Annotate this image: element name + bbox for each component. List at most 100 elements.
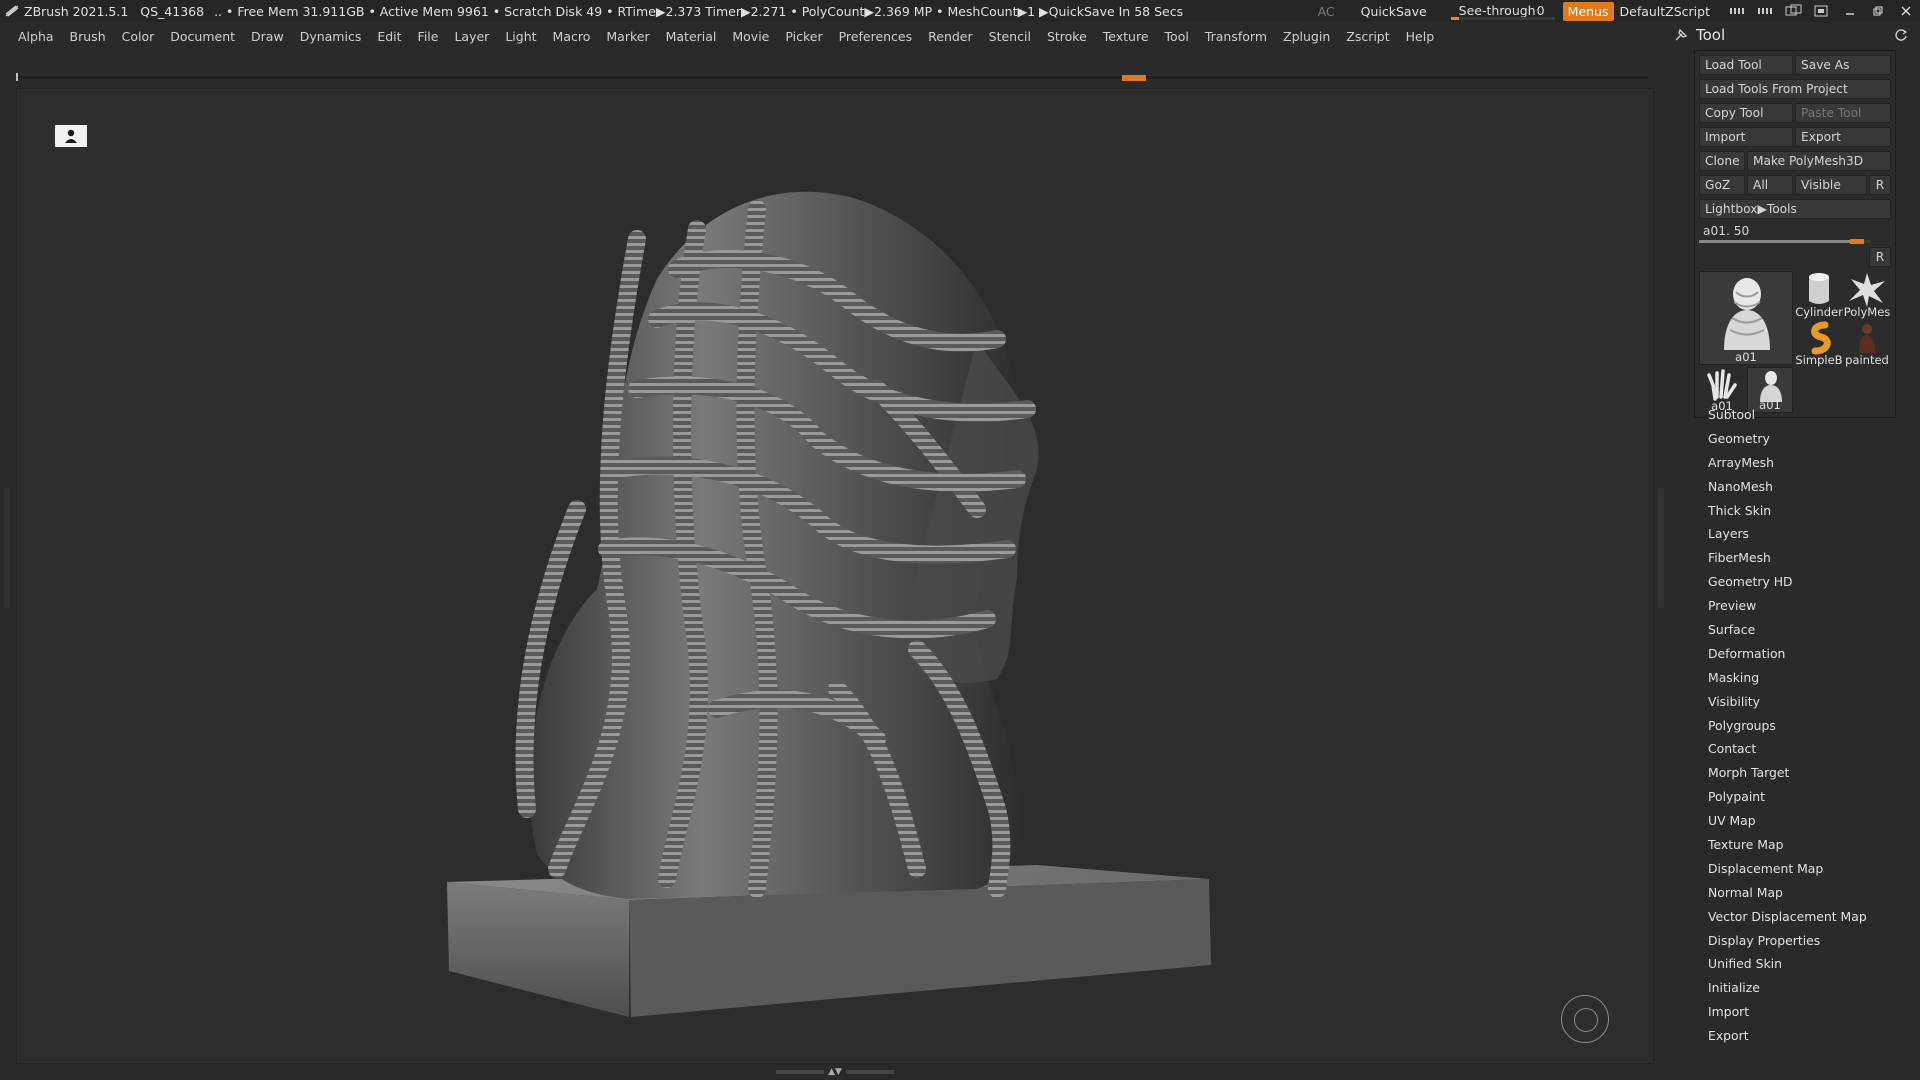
default-zscript-button[interactable]: DefaultZScript — [1620, 4, 1711, 19]
menu-document[interactable]: Document — [170, 29, 235, 44]
menu-zplugin[interactable]: Zplugin — [1283, 29, 1330, 44]
paste-tool-button[interactable]: Paste Tool — [1795, 103, 1891, 123]
subpalette-preview[interactable]: Preview — [1708, 594, 1908, 618]
subpalette-masking[interactable]: Masking — [1708, 666, 1908, 690]
canvas-viewport[interactable] — [16, 88, 1654, 1064]
make-polymesh3d-button[interactable]: Make PolyMesh3D — [1747, 151, 1891, 171]
active-tool-slider-knob[interactable] — [1850, 239, 1865, 244]
copy-tool-button[interactable]: Copy Tool — [1699, 103, 1793, 123]
goz-button[interactable]: GoZ — [1699, 175, 1745, 195]
save-as-button[interactable]: Save As — [1795, 55, 1891, 75]
subpalette-initialize[interactable]: Initialize — [1708, 976, 1908, 1000]
restore-icon[interactable] — [1864, 1, 1892, 21]
minimize-icon[interactable] — [1836, 1, 1864, 21]
subpalette-surface[interactable]: Surface — [1708, 618, 1908, 642]
tool-thumb-a01[interactable]: a01 — [1699, 271, 1793, 365]
timeline-keyframe-marker[interactable] — [1122, 75, 1146, 81]
subpalette-arraymesh[interactable]: ArrayMesh — [1708, 451, 1908, 475]
menu-help[interactable]: Help — [1406, 29, 1435, 44]
tool-thumb-painted[interactable]: painted — [1843, 319, 1891, 367]
menu-material[interactable]: Material — [666, 29, 717, 44]
goz-r-button[interactable]: R — [1869, 175, 1891, 195]
active-tool-slider-label: a01. 50 — [1703, 224, 1750, 238]
menu-edit[interactable]: Edit — [377, 29, 401, 44]
menu-alpha[interactable]: Alpha — [18, 29, 54, 44]
active-tool-r-button[interactable]: R — [1869, 247, 1891, 267]
menu-stencil[interactable]: Stencil — [989, 29, 1031, 44]
quicksave-button[interactable]: QuickSave — [1361, 4, 1427, 19]
right-shelf-icon[interactable] — [1755, 3, 1777, 19]
tool-palette-header[interactable]: Tool — [1664, 22, 1920, 48]
menu-color[interactable]: Color — [122, 29, 155, 44]
quicksave-id: QS_41368 — [140, 3, 205, 19]
menu-zscript[interactable]: Zscript — [1346, 29, 1389, 44]
layout-icon[interactable] — [1783, 3, 1805, 19]
menu-movie[interactable]: Movie — [732, 29, 769, 44]
subpalette-layers[interactable]: Layers — [1708, 522, 1908, 546]
clone-button[interactable]: Clone — [1699, 151, 1745, 171]
timeline-track[interactable] — [16, 73, 1648, 81]
sculpted-head-model[interactable] — [17, 89, 1655, 1065]
lightbox-tools-button[interactable]: Lightbox▶Tools — [1699, 199, 1891, 219]
menu-file[interactable]: File — [418, 29, 439, 44]
pin-icon[interactable] — [1674, 28, 1692, 42]
active-tool-slider[interactable]: a01. 50 — [1699, 223, 1871, 244]
tool-thumb-simplebrush[interactable]: SimpleB — [1795, 319, 1843, 367]
close-icon[interactable] — [1892, 1, 1920, 21]
goz-visible-button[interactable]: Visible — [1795, 175, 1867, 195]
menu-dynamics[interactable]: Dynamics — [300, 29, 362, 44]
subpalette-contact[interactable]: Contact — [1708, 737, 1908, 761]
subpalette-unified-skin[interactable]: Unified Skin — [1708, 952, 1908, 976]
subpalette-polypaint[interactable]: Polypaint — [1708, 785, 1908, 809]
color-scheme-icon[interactable] — [1811, 3, 1833, 19]
menu-render[interactable]: Render — [928, 29, 973, 44]
subpalette-visibility[interactable]: Visibility — [1708, 690, 1908, 714]
menus-button[interactable]: Menus — [1562, 1, 1614, 21]
menu-texture[interactable]: Texture — [1103, 29, 1149, 44]
load-tools-from-project-button[interactable]: Load Tools From Project — [1699, 79, 1891, 99]
reset-icon[interactable] — [1894, 27, 1908, 46]
export-button[interactable]: Export — [1795, 127, 1891, 147]
load-tool-button[interactable]: Load Tool — [1699, 55, 1793, 75]
subpalette-thick-skin[interactable]: Thick Skin — [1708, 499, 1908, 523]
subpalette-deformation[interactable]: Deformation — [1708, 642, 1908, 666]
bottom-tray-handle[interactable]: ▲▼ — [770, 1067, 900, 1077]
subpalette-morph-target[interactable]: Morph Target — [1708, 761, 1908, 785]
menu-draw[interactable]: Draw — [251, 29, 284, 44]
tool-thumb-polymesh[interactable]: PolyMes — [1843, 271, 1891, 319]
menu-tool[interactable]: Tool — [1165, 29, 1189, 44]
menu-stroke[interactable]: Stroke — [1047, 29, 1087, 44]
menu-preferences[interactable]: Preferences — [839, 29, 913, 44]
subpalette-display-properties[interactable]: Display Properties — [1708, 929, 1908, 953]
subpalette-geometry-hd[interactable]: Geometry HD — [1708, 570, 1908, 594]
import-button[interactable]: Import — [1699, 127, 1793, 147]
subpalette-displacement-map[interactable]: Displacement Map — [1708, 857, 1908, 881]
menu-picker[interactable]: Picker — [785, 29, 822, 44]
subpalette-polygroups[interactable]: Polygroups — [1708, 714, 1908, 738]
subpalette-uv-map[interactable]: UV Map — [1708, 809, 1908, 833]
menu-layer[interactable]: Layer — [454, 29, 489, 44]
subpalette-normal-map[interactable]: Normal Map — [1708, 881, 1908, 905]
zbrush-logo-icon — [4, 4, 20, 18]
subpalette-texture-map[interactable]: Texture Map — [1708, 833, 1908, 857]
menu-light[interactable]: Light — [505, 29, 536, 44]
subpalette-export[interactable]: Export — [1708, 1024, 1908, 1048]
menu-transform[interactable]: Transform — [1205, 29, 1267, 44]
subpalette-vector-displacement-map[interactable]: Vector Displacement Map — [1708, 905, 1908, 929]
menu-brush[interactable]: Brush — [70, 29, 106, 44]
see-through-slider[interactable]: See-through 0 — [1450, 2, 1555, 20]
ac-indicator[interactable]: AC — [1318, 4, 1335, 19]
subpalette-nanomesh[interactable]: NanoMesh — [1708, 475, 1908, 499]
title-bar: ZBrush 2021.5.1 QS_41368 .. • Free Mem 3… — [0, 0, 1920, 22]
subpalette-geometry[interactable]: Geometry — [1708, 427, 1908, 451]
goz-all-button[interactable]: All — [1747, 175, 1793, 195]
subpalette-subtool[interactable]: Subtool — [1708, 403, 1908, 427]
subpalette-fibermesh[interactable]: FiberMesh — [1708, 546, 1908, 570]
left-tray-handle[interactable] — [4, 488, 10, 608]
menu-marker[interactable]: Marker — [606, 29, 649, 44]
left-shelf-icon[interactable] — [1727, 3, 1749, 19]
menu-macro[interactable]: Macro — [553, 29, 591, 44]
tool-thumb-cylinder[interactable]: Cylinder — [1795, 271, 1843, 319]
subpalette-import[interactable]: Import — [1708, 1000, 1908, 1024]
navigation-gizmo-icon[interactable] — [1561, 995, 1609, 1043]
